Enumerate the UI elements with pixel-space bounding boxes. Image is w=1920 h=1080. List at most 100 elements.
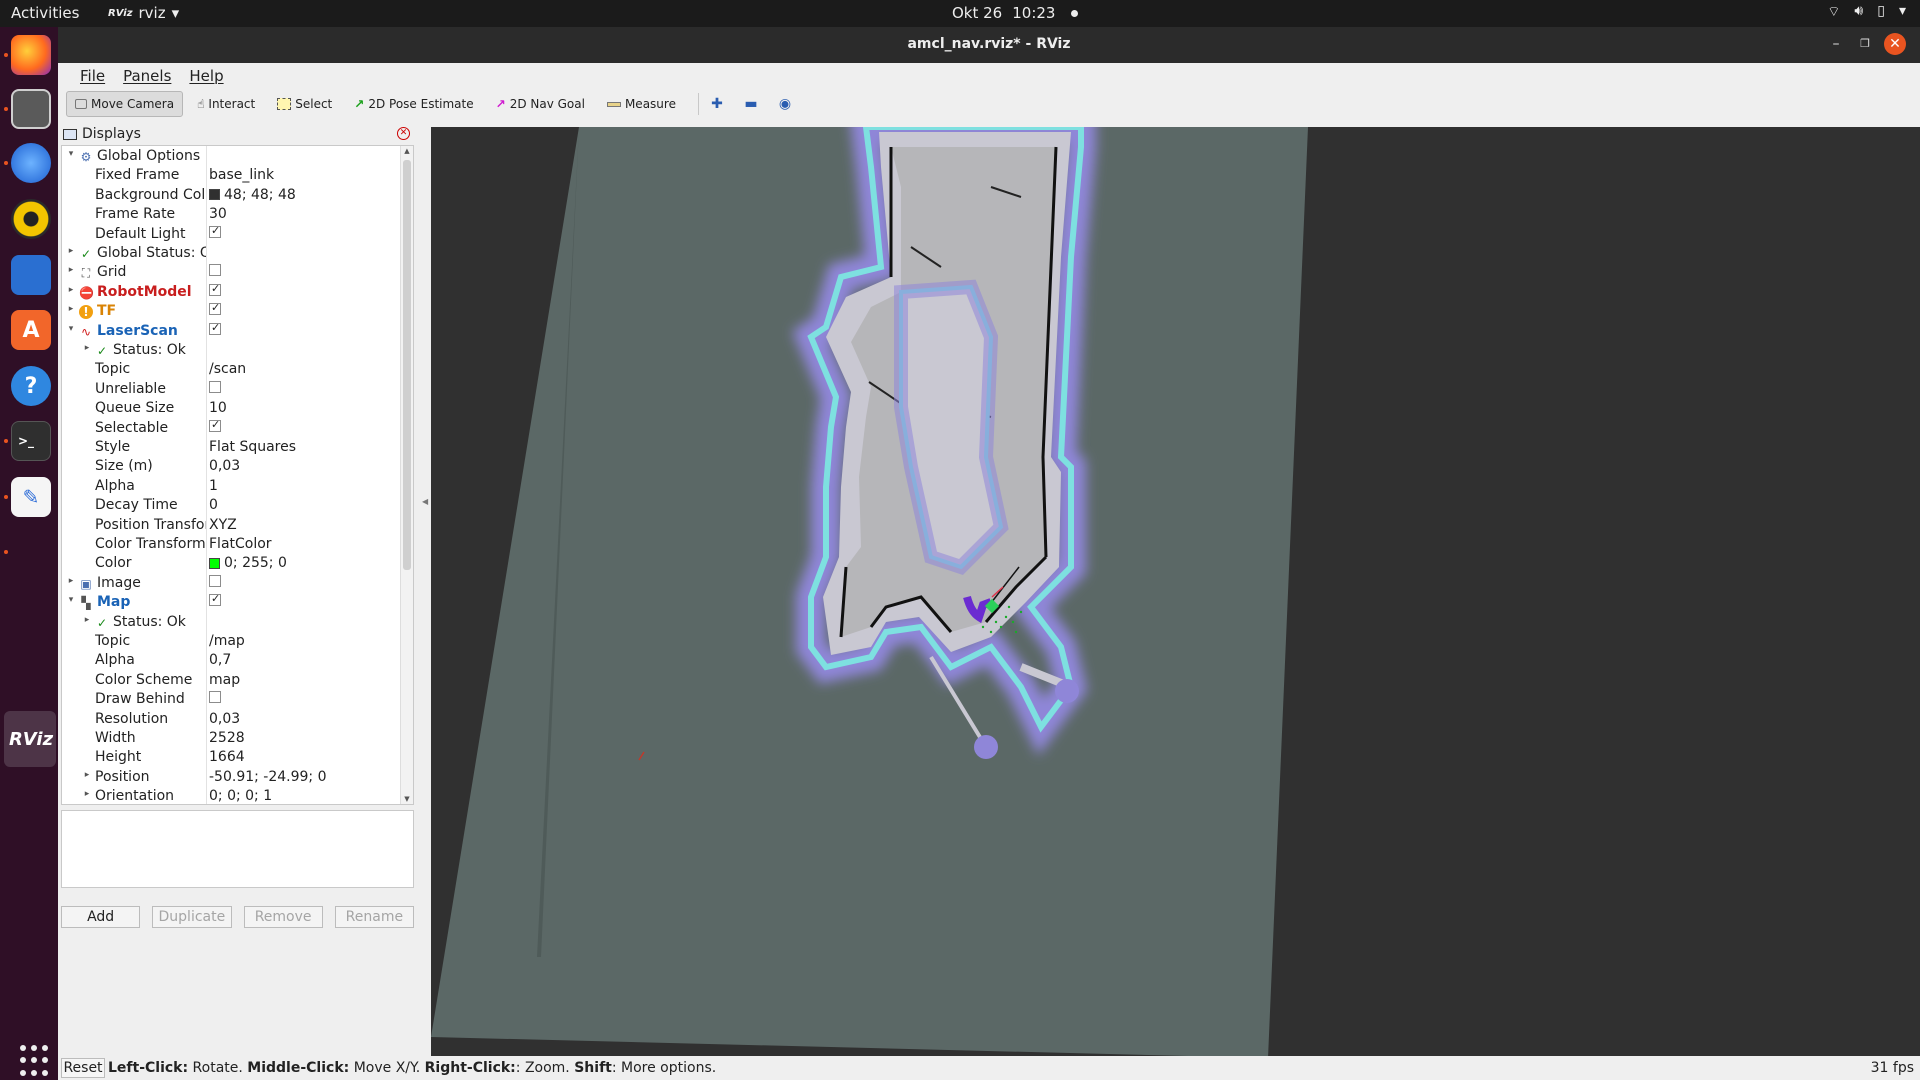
tree-row-value[interactable]	[209, 225, 394, 238]
tree-row-value[interactable]	[209, 419, 394, 432]
tree-row-value[interactable]: FlatColor	[209, 536, 394, 552]
displays-tree[interactable]: ▾ ⚙ Global Options Fixed Frame base_link Back…	[61, 145, 414, 805]
tree-row-value[interactable]	[209, 691, 394, 704]
tree-row[interactable]: Selectable	[62, 419, 402, 438]
tree-row[interactable]: ▸ ▣ Image	[62, 574, 402, 593]
tree-row-value[interactable]: Flat Squares	[209, 439, 394, 455]
wifi-icon[interactable]: ⌔	[1827, 3, 1840, 21]
tree-row-value[interactable]: 30	[209, 206, 394, 222]
select-tool[interactable]: Select	[269, 91, 340, 117]
duplicate-button[interactable]: Duplicate	[152, 906, 232, 928]
tree-row[interactable]: Queue Size 10	[62, 399, 402, 418]
text-editor-icon[interactable]: ✎	[11, 477, 51, 517]
tree-row[interactable]: Default Light	[62, 225, 402, 244]
render-3d-view[interactable]	[431, 127, 1920, 1058]
expand-down-icon[interactable]: ▾	[66, 324, 76, 334]
enabled-checkbox[interactable]	[209, 322, 221, 335]
tree-row[interactable]: Resolution 0,03	[62, 710, 402, 729]
add-button[interactable]: Add	[61, 906, 141, 928]
tree-row-value[interactable]: /map	[209, 633, 394, 649]
expand-right-icon[interactable]: ▸	[82, 770, 92, 780]
tree-row-value[interactable]: XYZ	[209, 517, 394, 533]
tree-row[interactable]: Alpha 0,7	[62, 651, 402, 670]
rename-button[interactable]: Rename	[334, 906, 414, 928]
enabled-checkbox[interactable]	[209, 419, 221, 432]
tree-row[interactable]: Color Scheme map	[62, 671, 402, 690]
tree-row[interactable]: Topic/scan	[62, 360, 402, 379]
tree-row[interactable]: Draw Behind	[62, 690, 402, 709]
app-menu[interactable]: RViz rviz ▾	[108, 4, 179, 22]
enabled-checkbox[interactable]	[209, 303, 221, 316]
tree-row-value[interactable]	[209, 380, 394, 393]
system-tray[interactable]: ⌔ 🔊︎ ▯ ▾	[1827, 3, 1906, 21]
tree-row[interactable]: Unreliable	[62, 380, 402, 399]
tree-row-value[interactable]	[209, 322, 394, 335]
expand-down-icon[interactable]: ▾	[66, 595, 76, 605]
remove-tool-minus-icon[interactable]: ▬	[741, 96, 761, 112]
expand-down-icon[interactable]: ▾	[66, 149, 76, 159]
enabled-checkbox[interactable]	[209, 574, 221, 587]
tree-row-value[interactable]: 0,03	[209, 458, 394, 474]
tree-row-value[interactable]	[209, 303, 394, 316]
tree-row-value[interactable]: 48; 48; 48	[209, 187, 394, 203]
enabled-checkbox[interactable]	[209, 225, 221, 238]
tree-scrollbar[interactable]: ▲ ▼	[400, 146, 413, 804]
close-icon[interactable]: ✕	[1884, 33, 1906, 55]
menu-panels[interactable]: Panels	[123, 67, 171, 85]
tree-row[interactable]: Color 0; 255; 0	[62, 554, 402, 573]
tree-row[interactable]: ▸ ⛔ RobotModel	[62, 283, 402, 302]
tree-row-value[interactable]: map	[209, 672, 394, 688]
expand-right-icon[interactable]: ▸	[82, 615, 92, 625]
tree-row[interactable]: ▸! TF	[62, 302, 402, 321]
tree-row[interactable]: Frame Rate 30	[62, 205, 402, 224]
tree-row[interactable]: ▾ ⚙ Global Options	[62, 147, 402, 166]
files-icon[interactable]	[11, 89, 51, 129]
minimize-icon[interactable]: –	[1825, 33, 1847, 55]
tree-row[interactable]: Position Transfor...XYZ	[62, 516, 402, 535]
thunderbird-icon[interactable]	[11, 143, 51, 183]
tree-row-value[interactable]: 0,03	[209, 711, 394, 727]
window-titlebar[interactable]: amcl_nav.rviz* - RViz – ❐ ✕	[58, 27, 1920, 63]
show-apps-grid-icon[interactable]	[20, 1045, 52, 1077]
tree-row[interactable]: Height 1664	[62, 748, 402, 767]
tree-row[interactable]: Topic/map	[62, 632, 402, 651]
scroll-down-icon[interactable]: ▼	[401, 795, 413, 803]
tree-row-value[interactable]: 1	[209, 478, 394, 494]
tree-row[interactable]: Width 2528	[62, 729, 402, 748]
tree-row-value[interactable]: 0; 255; 0	[209, 555, 394, 571]
pose-estimate-tool[interactable]: ↗ 2D Pose Estimate	[346, 91, 481, 117]
help-icon[interactable]: ?	[11, 366, 51, 406]
activities-button[interactable]: Activities	[11, 4, 79, 22]
expand-right-icon[interactable]: ▸	[82, 789, 92, 799]
terminal-icon[interactable]: >_	[11, 421, 51, 461]
move-camera-tool[interactable]: Move Camera	[66, 91, 184, 117]
interact-tool[interactable]: ☝ Interact	[189, 91, 263, 117]
tree-row[interactable]: ▸ ✓ Status: Ok	[62, 341, 402, 360]
expand-right-icon[interactable]: ▸	[66, 304, 76, 314]
clock[interactable]: Okt 26 10:23	[952, 4, 1079, 22]
tree-row-value[interactable]: 10	[209, 400, 394, 416]
tree-row-value[interactable]: 0; 0; 0; 1	[209, 788, 394, 804]
maximize-icon[interactable]: ❐	[1854, 33, 1876, 55]
measure-tool[interactable]: Measure	[599, 91, 684, 117]
tree-row-value[interactable]: 2528	[209, 730, 394, 746]
writer-icon[interactable]	[11, 255, 51, 295]
tree-row-value[interactable]: /scan	[209, 361, 394, 377]
tree-row-value[interactable]: 0	[209, 497, 394, 513]
expand-right-icon[interactable]: ▸	[82, 343, 92, 353]
volume-icon[interactable]: 🔊︎	[1854, 3, 1863, 21]
expand-right-icon[interactable]: ▸	[66, 576, 76, 586]
tree-row-value[interactable]	[209, 264, 394, 277]
expand-right-icon[interactable]: ▸	[66, 285, 76, 295]
firefox-icon[interactable]	[11, 35, 51, 75]
chevron-down-icon[interactable]: ▾	[1899, 3, 1906, 21]
rviz-icon[interactable]: RViz	[9, 719, 53, 759]
tree-row[interactable]: Alpha 1	[62, 477, 402, 496]
panel-splitter-handle[interactable]: ◀	[422, 497, 428, 506]
tree-row-value[interactable]	[209, 594, 394, 607]
scroll-up-icon[interactable]: ▲	[401, 147, 413, 155]
tree-row-value[interactable]: 1664	[209, 749, 394, 765]
tree-row-value[interactable]	[209, 574, 394, 587]
close-panel-icon[interactable]: ✕	[397, 127, 410, 140]
remove-button[interactable]: Remove	[243, 906, 323, 928]
